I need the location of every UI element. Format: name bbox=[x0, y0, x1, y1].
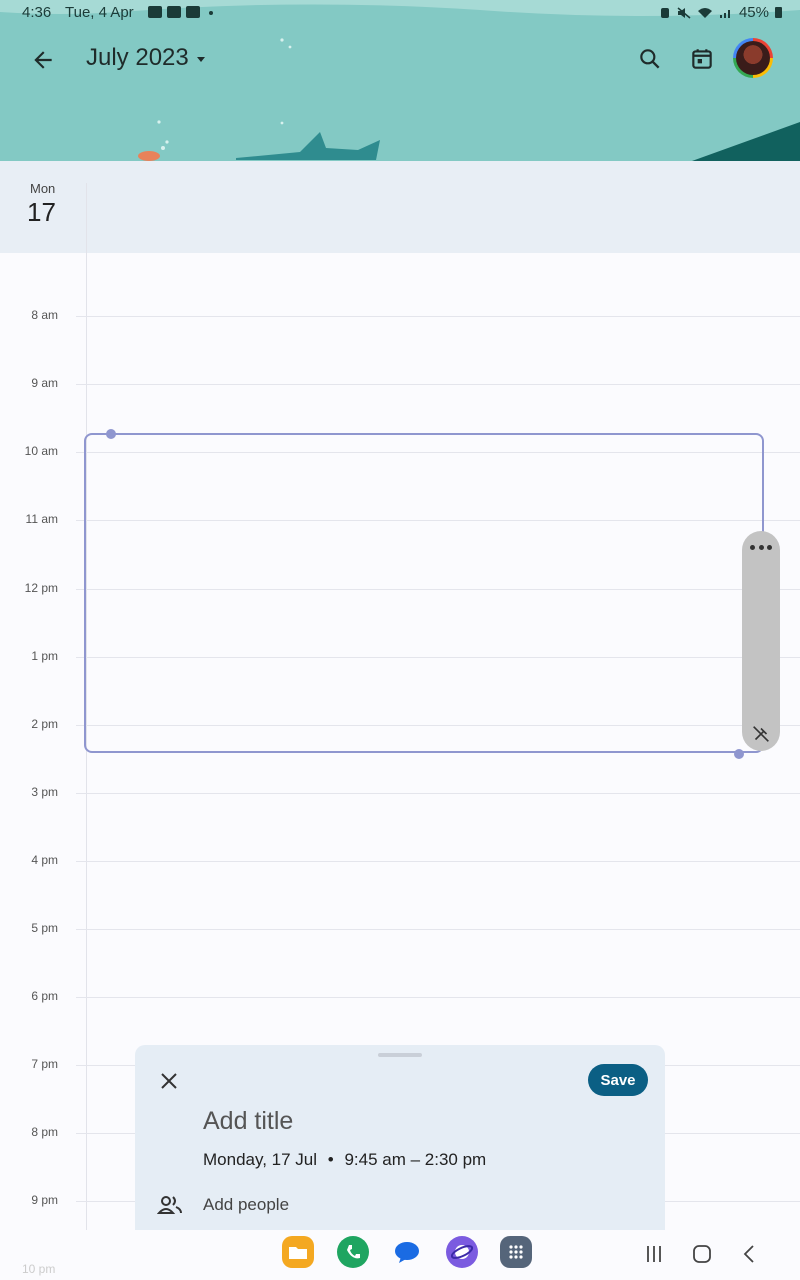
month-selector[interactable]: July 2023 bbox=[86, 44, 205, 72]
event-date: Monday, 17 Jul bbox=[203, 1150, 318, 1169]
hour-label: 10 am bbox=[24, 444, 58, 458]
avatar-photo bbox=[736, 41, 770, 75]
event-start-handle[interactable] bbox=[106, 429, 116, 439]
my-files-icon[interactable] bbox=[282, 1236, 314, 1268]
hour-label: 8 pm bbox=[31, 1125, 58, 1139]
hour-label: 1 pm bbox=[31, 649, 58, 663]
signal-icon bbox=[719, 9, 730, 18]
system-icons: 45% bbox=[659, 4, 782, 21]
hour-row[interactable]: 9 am bbox=[0, 376, 800, 390]
weekday-label: Mon bbox=[30, 181, 56, 196]
search-icon[interactable] bbox=[637, 46, 663, 72]
youtube-icon bbox=[186, 6, 200, 18]
internet-icon[interactable] bbox=[446, 1236, 478, 1268]
battery-icon bbox=[775, 7, 782, 18]
hour-label: 12 pm bbox=[24, 581, 58, 595]
hour-label: 6 pm bbox=[31, 989, 58, 1003]
back-nav-icon[interactable] bbox=[739, 1243, 761, 1265]
drag-handle[interactable] bbox=[378, 1053, 422, 1057]
event-title-input[interactable]: Add title bbox=[203, 1107, 293, 1136]
day-number[interactable]: 17 bbox=[27, 197, 56, 228]
hour-gridline bbox=[76, 384, 800, 385]
messages-icon[interactable] bbox=[391, 1236, 423, 1268]
more-notifications-icon bbox=[209, 11, 213, 15]
hour-row[interactable]: 8 am bbox=[0, 308, 800, 322]
save-button[interactable]: Save bbox=[588, 1064, 648, 1096]
status-date: Tue, 4 Apr bbox=[65, 4, 134, 21]
apps-icon[interactable] bbox=[500, 1236, 532, 1268]
status-bar: 4:36 Tue, 4 Apr 45% bbox=[0, 0, 800, 26]
status-time: 4:36 bbox=[22, 4, 52, 21]
hour-label: 8 am bbox=[31, 308, 58, 322]
draft-event-block[interactable] bbox=[84, 433, 764, 753]
event-time-range: 9:45 am – 2:30 pm bbox=[344, 1150, 487, 1169]
phone-icon[interactable] bbox=[337, 1236, 369, 1268]
people-icon bbox=[157, 1196, 182, 1214]
separator-dot: • bbox=[327, 1150, 334, 1169]
close-icon[interactable] bbox=[157, 1069, 181, 1093]
app-header: 4:36 Tue, 4 Apr 45% July 2023 bbox=[0, 0, 800, 161]
event-date-time[interactable]: Monday, 17 Jul • 9:45 am – 2:30 pm bbox=[203, 1150, 486, 1170]
hour-label: 7 pm bbox=[31, 1057, 58, 1071]
hour-label: 3 pm bbox=[31, 785, 58, 799]
today-calendar-icon[interactable] bbox=[689, 46, 715, 72]
notification-icons bbox=[148, 6, 213, 18]
wifi-icon bbox=[697, 7, 712, 18]
youtube-icon bbox=[167, 6, 181, 18]
month-title: July 2023 bbox=[86, 44, 189, 71]
alarm-icon bbox=[660, 7, 669, 18]
home-icon[interactable] bbox=[691, 1243, 713, 1265]
hour-row[interactable]: 5 pm bbox=[0, 921, 800, 935]
hour-gridline bbox=[76, 929, 800, 930]
gallery-icon bbox=[148, 6, 162, 18]
mute-icon bbox=[677, 6, 691, 19]
hour-label: 4 pm bbox=[31, 853, 58, 867]
account-avatar[interactable] bbox=[733, 38, 773, 78]
hour-row[interactable]: 6 pm bbox=[0, 989, 800, 1003]
hour-label: 9 am bbox=[31, 376, 58, 390]
hour-gridline bbox=[76, 997, 800, 998]
floating-edge-panel[interactable] bbox=[742, 531, 780, 751]
hour-row[interactable]: 3 pm bbox=[0, 785, 800, 799]
more-options-icon[interactable] bbox=[750, 543, 772, 551]
hour-gridline bbox=[76, 861, 800, 862]
hour-label: 11 am bbox=[25, 512, 58, 526]
event-end-handle[interactable] bbox=[734, 749, 744, 759]
hour-label: 5 pm bbox=[31, 921, 58, 935]
hour-gridline bbox=[76, 316, 800, 317]
dropdown-caret-icon bbox=[196, 57, 205, 62]
quick-event-sheet: Save Add title Monday, 17 Jul • 9:45 am … bbox=[135, 1045, 665, 1230]
recent-apps-icon[interactable] bbox=[643, 1243, 665, 1265]
hour-label: 2 pm bbox=[31, 717, 58, 731]
pen-off-icon[interactable] bbox=[750, 723, 772, 745]
hour-label: 10 pm bbox=[22, 1262, 56, 1276]
hour-row[interactable]: 4 pm bbox=[0, 853, 800, 867]
hour-label: 9 pm bbox=[31, 1193, 58, 1207]
day-header bbox=[0, 161, 800, 253]
add-people-field[interactable]: Add people bbox=[203, 1195, 289, 1215]
battery-level: 45% bbox=[738, 4, 769, 21]
back-arrow-icon[interactable] bbox=[30, 47, 56, 73]
hour-gridline bbox=[76, 793, 800, 794]
